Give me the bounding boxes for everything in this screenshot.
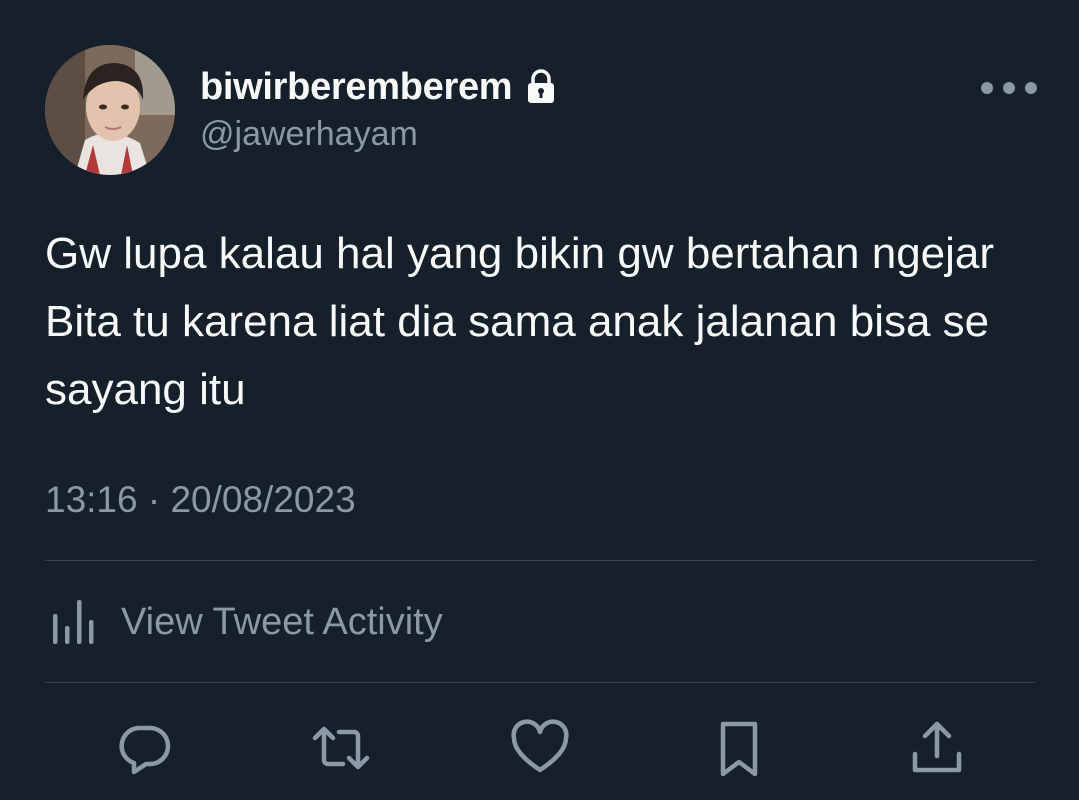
tweet-text: Gw lupa kalau hal yang bikin gw bertahan… [45, 229, 1007, 414]
tweet-timestamp[interactable]: 13:16 · 20/08/2023 [45, 476, 356, 524]
avatar[interactable] [45, 45, 175, 175]
reply-icon [119, 725, 171, 775]
tweet-detail: biwirberemberem @jawerhayam Gw lupa kala… [0, 0, 1079, 800]
like-button[interactable] [507, 715, 573, 781]
dot-icon [981, 82, 993, 94]
view-tweet-activity-button[interactable]: View Tweet Activity [45, 596, 443, 648]
avatar-photo [45, 45, 175, 175]
dot-icon [1025, 82, 1037, 94]
like-icon [511, 719, 569, 773]
user-handle[interactable]: @jawerhayam [200, 112, 418, 156]
retweet-icon [312, 726, 370, 770]
divider [45, 682, 1035, 683]
retweet-button[interactable] [308, 715, 374, 781]
bookmark-button[interactable] [706, 715, 772, 781]
reply-button[interactable] [111, 715, 177, 781]
bookmark-icon [720, 721, 758, 777]
display-name[interactable]: biwirberemberem [200, 62, 513, 112]
lock-icon [526, 69, 556, 105]
divider [45, 560, 1035, 561]
share-button[interactable] [904, 715, 970, 781]
share-icon [912, 721, 962, 773]
bar-chart-icon [45, 596, 99, 648]
view-tweet-activity-label: View Tweet Activity [121, 601, 443, 643]
more-options-button[interactable] [981, 76, 1037, 100]
dot-icon [1003, 82, 1015, 94]
author-name-row: biwirberemberem [200, 62, 556, 112]
